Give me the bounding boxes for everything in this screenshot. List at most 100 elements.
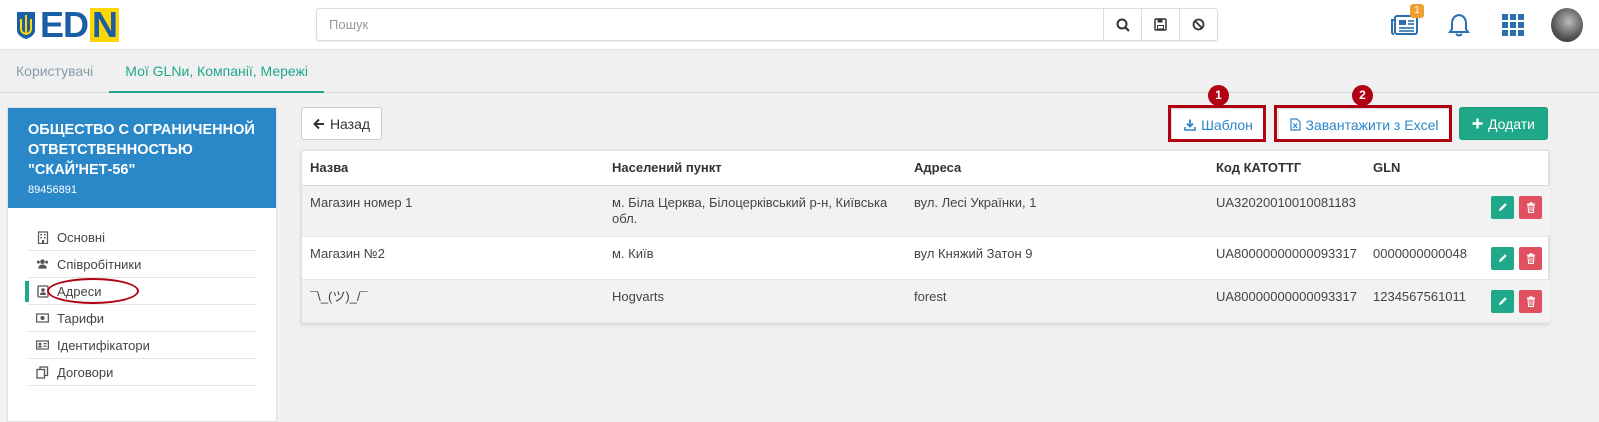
addresses-table: Назва Населений пункт Адреса Код КАТОТТГ… xyxy=(301,150,1550,324)
cell-gln: 1234567561011 xyxy=(1365,279,1473,323)
column-header-gln: GLN xyxy=(1365,151,1473,186)
table-row[interactable]: Магазин №2 м. Київ вул Княжий Затон 9 UA… xyxy=(302,236,1550,280)
user-menu-button[interactable] xyxy=(1551,8,1583,42)
cell-city: Hogvarts xyxy=(604,279,906,323)
edit-button[interactable] xyxy=(1491,246,1514,270)
company-name: ОБЩЕСТВО С ОГРАНИЧЕННОЙ ОТВЕТСТВЕННОСТЬЮ… xyxy=(28,122,255,178)
sidebar-item-addresses[interactable]: Адреси xyxy=(25,278,256,305)
download-template-button[interactable]: Шаблон xyxy=(1171,108,1266,141)
cell-katottg: UA80000000000093317 xyxy=(1208,279,1365,323)
pencil-icon xyxy=(1498,203,1507,211)
sidebar-item-label: Договори xyxy=(57,364,114,380)
avatar xyxy=(1551,8,1583,42)
search-icon xyxy=(1116,18,1130,32)
delete-button[interactable] xyxy=(1519,289,1542,313)
back-label: Назад xyxy=(329,115,371,132)
news-badge: 1 xyxy=(1410,4,1424,18)
add-label: Додати xyxy=(1488,115,1535,132)
cell-city: м. Київ xyxy=(604,236,906,280)
company-code: 89456891 xyxy=(28,184,77,196)
copy-icon xyxy=(36,365,49,379)
trash-icon xyxy=(1526,201,1535,213)
edin-logo[interactable]: EDN xyxy=(15,4,120,45)
download-icon xyxy=(1184,119,1196,131)
tab-users[interactable]: Користувачі xyxy=(0,50,109,93)
edit-button[interactable] xyxy=(1491,195,1514,219)
table-header-row: Назва Населений пункт Адреса Код КАТОТТГ… xyxy=(302,151,1550,186)
cell-name: Магазин номер 1 xyxy=(302,185,604,237)
cell-city: м. Біла Церква, Білоцерківський р-н, Киї… xyxy=(604,185,906,237)
search-input[interactable] xyxy=(317,9,1103,40)
excel-label: Завантажити з Excel xyxy=(1305,116,1439,133)
pencil-icon xyxy=(1498,254,1507,262)
cell-katottg: UA32020010010081183 xyxy=(1208,185,1365,237)
sidebar-item-identifiers[interactable]: Ідентифікатори xyxy=(28,332,256,359)
money-icon xyxy=(36,312,49,325)
cell-actions xyxy=(1473,236,1550,280)
cell-actions xyxy=(1473,185,1550,237)
floppy-icon xyxy=(1154,18,1167,31)
tab-my-glns[interactable]: Мої GLNи, Компанії, Мережі xyxy=(109,50,324,93)
cell-name: ¯\_(ツ)_/¯ xyxy=(302,279,604,323)
add-address-button[interactable]: Додати xyxy=(1459,107,1548,140)
cell-katottg: UA80000000000093317 xyxy=(1208,236,1365,280)
edin-wordmark: EDN xyxy=(40,4,120,45)
news-button[interactable]: 1 xyxy=(1389,4,1424,41)
search-bar xyxy=(316,8,1218,41)
file-excel-icon xyxy=(1289,118,1301,131)
grid-icon xyxy=(1502,14,1524,36)
ban-icon xyxy=(1192,18,1205,31)
sidebar-item-label: Основні xyxy=(57,229,105,245)
upload-excel-button[interactable]: Завантажити з Excel xyxy=(1278,108,1450,141)
table-row[interactable]: ¯\_(ツ)_/¯ Hogvarts forest UA800000000000… xyxy=(302,279,1550,323)
column-header-city: Населений пункт xyxy=(604,151,906,186)
delete-button[interactable] xyxy=(1519,246,1542,270)
delete-button[interactable] xyxy=(1519,195,1542,219)
cell-actions xyxy=(1473,279,1550,323)
sidebar-menu: Основні Співробітники Адреси Тарифи Іден… xyxy=(8,208,276,386)
back-button[interactable]: Назад xyxy=(301,107,382,140)
tab-bar: Користувачі Мої GLNи, Компанії, Мережі xyxy=(0,50,1599,93)
edit-button[interactable] xyxy=(1491,289,1514,313)
column-header-katottg: Код КАТОТТГ xyxy=(1208,151,1365,186)
company-card: ОБЩЕСТВО С ОГРАНИЧЕННОЙ ОТВЕТСТВЕННОСТЬЮ… xyxy=(8,108,276,208)
pencil-icon xyxy=(1498,297,1507,305)
arrow-left-icon xyxy=(313,118,324,129)
trident-icon xyxy=(17,12,35,39)
cell-gln xyxy=(1365,185,1473,237)
top-icons: 1 xyxy=(1389,4,1583,44)
column-header-address: Адреса xyxy=(906,151,1208,186)
top-bar: EDN 1 xyxy=(0,0,1599,50)
bell-icon xyxy=(1448,13,1470,37)
template-label: Шаблон xyxy=(1201,116,1253,133)
users-icon xyxy=(36,258,49,271)
trash-icon xyxy=(1526,295,1535,307)
sidebar-item-main[interactable]: Основні xyxy=(28,224,256,251)
sidebar-item-employees[interactable]: Співробітники xyxy=(28,251,256,278)
sidebar-item-tariffs[interactable]: Тарифи xyxy=(28,305,256,332)
cell-name: Магазин №2 xyxy=(302,236,604,280)
notifications-button[interactable] xyxy=(1443,9,1475,41)
cell-address: вул Княжий Затон 9 xyxy=(906,236,1208,280)
apps-button[interactable] xyxy=(1497,9,1529,41)
plus-icon xyxy=(1472,118,1483,129)
sidebar-item-label: Співробітники xyxy=(57,256,142,272)
column-header-name: Назва xyxy=(302,151,604,186)
search-button[interactable] xyxy=(1103,9,1141,40)
sidebar-item-contracts[interactable]: Договори xyxy=(28,359,256,386)
column-header-actions xyxy=(1473,151,1550,186)
id-card-icon xyxy=(36,339,49,352)
cell-address: forest xyxy=(906,279,1208,323)
cell-gln: 0000000000048 xyxy=(1365,236,1473,280)
address-card-icon xyxy=(36,284,49,298)
company-sidebar: ОБЩЕСТВО С ОГРАНИЧЕННОЙ ОТВЕТСТВЕННОСТЬЮ… xyxy=(7,107,277,422)
building-icon xyxy=(36,230,49,244)
sidebar-item-label: Тарифи xyxy=(57,310,105,326)
sidebar-item-label: Ідентифікатори xyxy=(57,337,150,353)
trash-icon xyxy=(1526,252,1535,264)
sidebar-item-label: Адреси xyxy=(57,283,102,299)
save-search-button[interactable] xyxy=(1141,9,1179,40)
cell-address: вул. Лесі Українки, 1 xyxy=(906,185,1208,237)
table-row[interactable]: Магазин номер 1 м. Біла Церква, Білоцерк… xyxy=(302,185,1550,237)
clear-search-button[interactable] xyxy=(1179,9,1217,40)
